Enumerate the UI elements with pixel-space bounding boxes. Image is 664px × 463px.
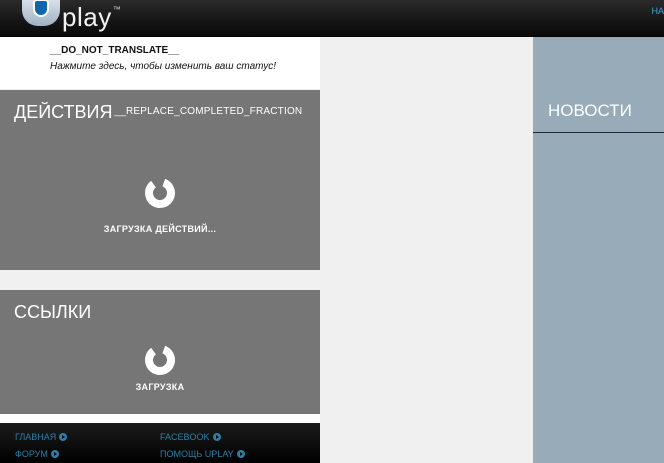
arrow-circle-icon [59, 433, 68, 441]
footer-link-label: ГЛАВНАЯ [15, 432, 57, 442]
news-panel: НОВОСТИ [533, 37, 664, 463]
footer-link-label: ФОРУМ [15, 449, 48, 459]
change-status-link[interactable]: Нажмите здесь, чтобы изменить ваш статус… [50, 61, 276, 72]
loading-spinner-icon [145, 178, 175, 208]
username: __DO_NOT_TRANSLATE__ [50, 45, 180, 56]
footer-link-facebook[interactable]: FACEBOOK [160, 432, 221, 442]
loading-spinner-icon [145, 345, 175, 375]
activities-completed-fraction: __REPLACE_COMPLETED_FRACTION [114, 106, 303, 117]
activities-panel: ДЕЙСТВИЯ __REPLACE_COMPLETED_FRACTION ЗАГ… [0, 90, 320, 270]
footer: ГЛАВНАЯ FACEBOOK ФОРУМ ПОМОЩЬ UPLAY [0, 423, 320, 463]
arrow-circle-icon [236, 450, 245, 458]
activities-title: ДЕЙСТВИЯ [14, 102, 113, 122]
arrow-circle-icon [212, 433, 221, 441]
footer-link-label: FACEBOOK [160, 432, 210, 442]
user-status-panel: __DO_NOT_TRANSLATE__ Нажмите здесь, чтоб… [0, 37, 320, 89]
links-loading-label: ЗАГРУЗКА [135, 382, 185, 392]
news-title: НОВОСТИ [548, 101, 632, 120]
footer-link-help[interactable]: ПОМОЩЬ UPLAY [160, 449, 245, 459]
footer-link-label: ПОМОЩЬ UPLAY [160, 449, 234, 459]
links-title: ССЫЛКИ [14, 302, 92, 322]
main-content-area [320, 37, 533, 463]
logo-trademark: ™ [112, 4, 121, 14]
uplay-logo-icon [22, 0, 60, 26]
header-nav-link[interactable]: НА [651, 6, 664, 16]
panel-gap [0, 270, 320, 290]
links-panel: ССЫЛКИ ЗАГРУЗКА [0, 290, 320, 414]
uplay-logo[interactable]: play ™ [22, 0, 121, 32]
activities-loading-label: ЗАГРУЗКА ДЕЙСТВИЙ... [103, 224, 217, 234]
logo-text: play [62, 1, 112, 32]
footer-link-forum[interactable]: ФОРУМ [15, 449, 59, 459]
arrow-circle-icon [50, 450, 59, 458]
footer-link-home[interactable]: ГЛАВНАЯ [15, 432, 68, 442]
footer-spacer [0, 414, 320, 423]
top-header: play ™ НА [0, 0, 664, 37]
news-divider [533, 132, 664, 133]
activities-header: ДЕЙСТВИЯ __REPLACE_COMPLETED_FRACTION [14, 102, 306, 123]
